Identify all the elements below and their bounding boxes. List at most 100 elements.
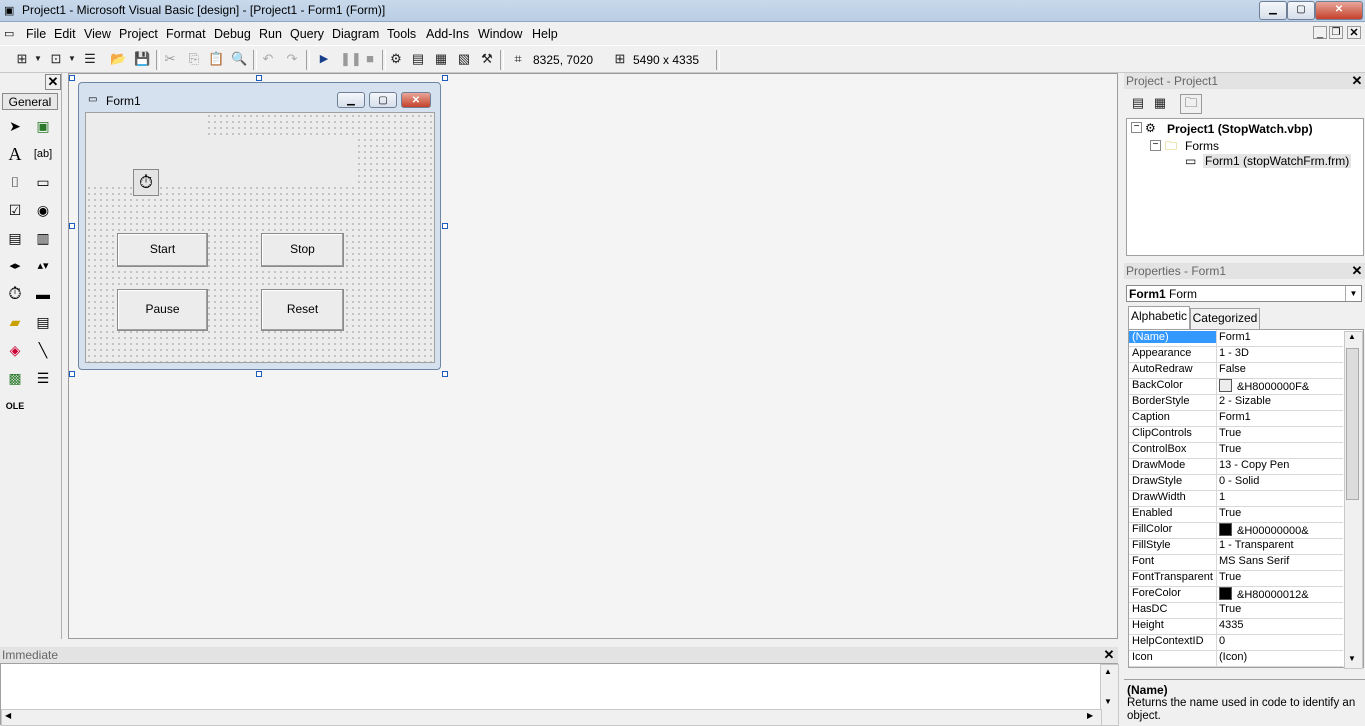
drivelistbox-icon[interactable]: ▬: [32, 283, 54, 305]
property-row[interactable]: ClipControls True: [1129, 426, 1343, 443]
immediate-close-icon[interactable]: ✕: [1102, 648, 1116, 662]
tree-form1[interactable]: Form1 (stopWatchFrm.frm): [1203, 154, 1352, 168]
menu-window[interactable]: Window: [478, 27, 522, 41]
stop-icon[interactable]: ■: [362, 51, 378, 67]
timer-icon[interactable]: ⏱: [4, 283, 26, 305]
project-close-icon[interactable]: ✕: [1350, 74, 1364, 88]
textbox-icon[interactable]: [ab]: [32, 143, 54, 165]
collapse-icon[interactable]: −: [1131, 122, 1142, 133]
toggle-folders-icon[interactable]: 🗀: [1180, 94, 1202, 114]
menu-query[interactable]: Query: [290, 27, 324, 41]
toolbox-tab-general[interactable]: General: [2, 93, 58, 110]
property-value[interactable]: &H8000000F&: [1219, 379, 1309, 393]
tree-forms-folder[interactable]: Forms: [1185, 139, 1219, 153]
filelistbox-icon[interactable]: ▤: [32, 311, 54, 333]
open-folder-icon[interactable]: 📂: [110, 51, 126, 67]
menu-project[interactable]: Project: [119, 27, 158, 41]
save-icon[interactable]: 💾: [134, 51, 150, 67]
property-value[interactable]: 1 - Transparent: [1219, 539, 1294, 551]
resize-handle[interactable]: [442, 371, 448, 377]
property-row[interactable]: Font MS Sans Serif: [1129, 554, 1343, 571]
immediate-vscrollbar[interactable]: ▲ ▼: [1100, 664, 1119, 726]
tab-alphabetic[interactable]: Alphabetic: [1128, 306, 1190, 329]
scroll-thumb[interactable]: [1346, 348, 1359, 500]
property-row[interactable]: FontTransparent True: [1129, 570, 1343, 587]
property-value[interactable]: &H00000000&: [1219, 523, 1309, 537]
hscrollbar-icon[interactable]: ◂▸: [4, 255, 26, 277]
pointer-icon[interactable]: ➤: [4, 115, 26, 137]
property-row[interactable]: HelpContextID 0: [1129, 634, 1343, 651]
mdi-close-icon[interactable]: ✕: [1347, 26, 1361, 39]
resize-handle[interactable]: [69, 371, 75, 377]
property-row[interactable]: Appearance 1 - 3D: [1129, 346, 1343, 363]
pause-button[interactable]: Pause: [117, 289, 208, 331]
redo-icon[interactable]: ↷: [284, 51, 300, 67]
property-value[interactable]: True: [1219, 507, 1241, 519]
property-row[interactable]: BorderStyle 2 - Sizable: [1129, 394, 1343, 411]
properties-window-icon[interactable]: ▤: [410, 51, 426, 67]
image-icon[interactable]: ▩: [4, 367, 26, 389]
scroll-down-icon[interactable]: ▼: [1348, 654, 1356, 663]
undo-icon[interactable]: ↶: [260, 51, 276, 67]
property-row[interactable]: (Name) Form1: [1129, 330, 1343, 347]
reset-button[interactable]: Reset: [261, 289, 344, 331]
view-code-icon[interactable]: ▤: [1130, 95, 1146, 111]
property-value[interactable]: True: [1219, 427, 1241, 439]
property-row[interactable]: HasDC True: [1129, 602, 1343, 619]
property-row[interactable]: ForeColor &H80000012&: [1129, 586, 1343, 603]
menu-view[interactable]: View: [84, 27, 111, 41]
property-value[interactable]: &H80000012&: [1219, 587, 1309, 601]
property-row[interactable]: FillColor &H00000000&: [1129, 522, 1343, 539]
resize-handle[interactable]: [69, 223, 75, 229]
start-button[interactable]: Start: [117, 233, 208, 267]
optionbutton-icon[interactable]: ◉: [32, 199, 54, 221]
menu-help[interactable]: Help: [532, 27, 558, 41]
close-button[interactable]: ✕: [1315, 1, 1363, 20]
cut-icon[interactable]: ✂: [162, 51, 178, 67]
form-layout-icon[interactable]: ▦: [433, 51, 449, 67]
property-value[interactable]: MS Sans Serif: [1219, 555, 1289, 567]
property-row[interactable]: Enabled True: [1129, 506, 1343, 523]
property-row[interactable]: Icon (Icon): [1129, 650, 1343, 667]
mdi-minimize-icon[interactable]: _: [1313, 26, 1327, 39]
resize-handle[interactable]: [69, 75, 75, 81]
property-value[interactable]: 2 - Sizable: [1219, 395, 1271, 407]
object-selector[interactable]: Form1 Form ▼: [1126, 285, 1362, 302]
toolbox-close-icon[interactable]: ✕: [45, 74, 61, 90]
property-row[interactable]: DrawStyle 0 - Solid: [1129, 474, 1343, 491]
tab-categorized[interactable]: Categorized: [1190, 308, 1260, 329]
immediate-hscrollbar[interactable]: ◀ ▶: [1, 709, 1102, 726]
scroll-left-icon[interactable]: ◀: [5, 711, 11, 720]
dropdown-arrow-icon[interactable]: ▼: [30, 51, 46, 67]
property-row[interactable]: DrawMode 13 - Copy Pen: [1129, 458, 1343, 475]
checkbox-icon[interactable]: ☑: [4, 199, 26, 221]
menu-diagram[interactable]: Diagram: [332, 27, 379, 41]
property-row[interactable]: BackColor &H8000000F&: [1129, 378, 1343, 395]
chevron-down-icon[interactable]: ▼: [1345, 286, 1361, 301]
project-explorer-icon[interactable]: ⚙: [388, 51, 404, 67]
property-value[interactable]: 0 - Solid: [1219, 475, 1259, 487]
minimize-button[interactable]: ▁: [1259, 1, 1287, 20]
scroll-down-icon[interactable]: ▼: [1104, 697, 1112, 706]
property-value[interactable]: False: [1219, 363, 1246, 375]
property-value[interactable]: Form1: [1219, 331, 1251, 343]
property-value[interactable]: 1 - 3D: [1219, 347, 1249, 359]
data-icon[interactable]: ☰: [32, 367, 54, 389]
run-icon[interactable]: ▶: [316, 51, 332, 67]
vscrollbar-icon[interactable]: ▴▾: [32, 255, 54, 277]
scroll-right-icon[interactable]: ▶: [1087, 711, 1093, 720]
find-icon[interactable]: 🔍: [231, 51, 247, 67]
menu-debug[interactable]: Debug: [214, 27, 251, 41]
property-row[interactable]: Caption Form1: [1129, 410, 1343, 427]
property-value[interactable]: True: [1219, 443, 1241, 455]
scroll-up-icon[interactable]: ▲: [1348, 332, 1356, 341]
tree-project[interactable]: Project1 (StopWatch.vbp): [1167, 122, 1313, 136]
collapse-icon[interactable]: −: [1150, 140, 1161, 151]
property-value[interactable]: 13 - Copy Pen: [1219, 459, 1289, 471]
property-value[interactable]: (Icon): [1219, 651, 1247, 663]
property-row[interactable]: ControlBox True: [1129, 442, 1343, 459]
mdi-restore-icon[interactable]: ❐: [1329, 26, 1343, 39]
line-icon[interactable]: ╲: [32, 339, 54, 361]
properties-scrollbar[interactable]: ▲ ▼: [1344, 331, 1363, 669]
property-value[interactable]: 1: [1219, 491, 1225, 503]
